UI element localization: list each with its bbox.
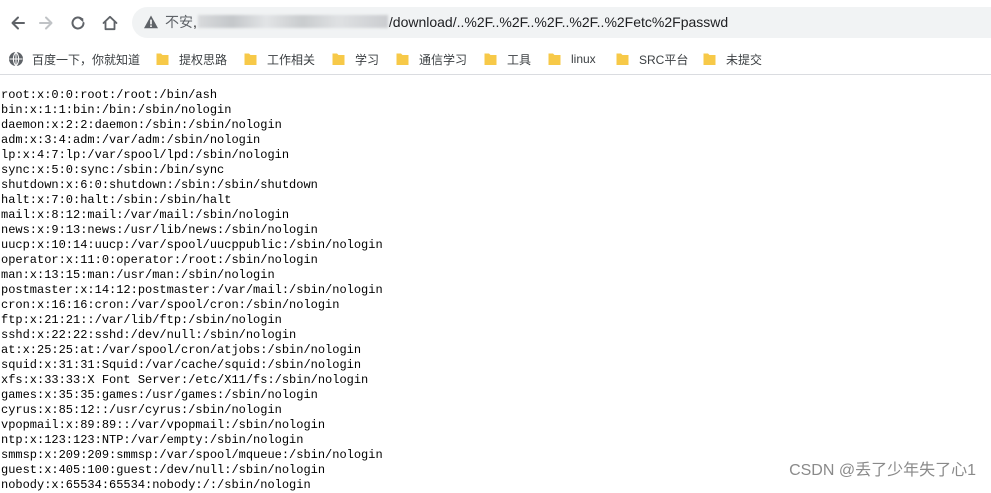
- passwd-content: root:x:0:0:root:/root:/bin/ash bin:x:1:1…: [1, 88, 383, 493]
- bookmark-folder-privesc[interactable]: 提权思路: [156, 49, 227, 69]
- passwd-line: guest:x:405:100:guest:/dev/null:/sbin/no…: [1, 463, 326, 477]
- folder-icon: [332, 53, 345, 65]
- passwd-line: ntp:x:123:123:NTP:/var/empty:/sbin/nolog…: [1, 433, 304, 447]
- passwd-line: mail:x:8:12:mail:/var/mail:/sbin/nologin: [1, 208, 290, 222]
- passwd-line: smmsp:x:209:209:smmsp:/var/spool/mqueue:…: [1, 448, 383, 462]
- folder-icon: [616, 53, 629, 65]
- url-separator: ,: [193, 14, 197, 30]
- url-path: /download/..%2F..%2F..%2F..%2F..%2Fetc%2…: [388, 14, 729, 30]
- bookmark-folder-tools[interactable]: 工具: [484, 49, 531, 69]
- passwd-line: nobody:x:65534:65534:nobody:/:/sbin/nolo…: [1, 478, 311, 492]
- bookmark-folder-unsubmitted[interactable]: 未提交: [703, 49, 762, 69]
- not-secure-label: 不安: [165, 14, 193, 30]
- passwd-line: man:x:13:15:man:/usr/man:/sbin/nologin: [1, 268, 275, 282]
- passwd-line: lp:x:4:7:lp:/var/spool/lpd:/sbin/nologin: [1, 148, 290, 162]
- bookmark-baidu[interactable]: 百度一下，你就知道: [8, 49, 140, 69]
- redacted-host: [197, 15, 388, 28]
- address-url: 不安, /download/..%2F..%2F..%2F..%2F..%2Fet…: [165, 14, 728, 31]
- not-secure-warning-icon: [144, 15, 158, 29]
- bookmarks-bar: 百度一下，你就知道 提权思路 工作相关 学习 通信学习 工具 linux SRC…: [0, 44, 991, 75]
- bookmark-label: 提权思路: [179, 52, 228, 67]
- bookmark-folder-study[interactable]: 学习: [332, 49, 379, 69]
- bookmark-folder-comm[interactable]: 通信学习: [396, 49, 467, 69]
- folder-icon: [484, 53, 497, 65]
- passwd-line: sshd:x:22:22:sshd:/dev/null:/sbin/nologi…: [1, 328, 297, 342]
- globe-icon: [9, 51, 23, 67]
- passwd-line: shutdown:x:6:0:shutdown:/sbin:/sbin/shut…: [1, 178, 318, 192]
- passwd-line: vpopmail:x:89:89::/var/vpopmail:/sbin/no…: [1, 418, 326, 432]
- home-button[interactable]: [97, 10, 123, 36]
- bookmark-label: 学习: [355, 52, 380, 67]
- passwd-line: root:x:0:0:root:/root:/bin/ash: [1, 88, 218, 102]
- passwd-line: at:x:25:25:at:/var/spool/cron/atjobs:/sb…: [1, 343, 362, 357]
- bookmark-label: 通信学习: [419, 52, 468, 67]
- address-bar[interactable]: 不安, /download/..%2F..%2F..%2F..%2F..%2Fet…: [132, 7, 991, 38]
- bookmark-label: SRC平台: [639, 52, 689, 67]
- folder-icon: [396, 53, 409, 65]
- passwd-line: news:x:9:13:news:/usr/lib/news:/sbin/nol…: [1, 223, 318, 237]
- passwd-line: cyrus:x:85:12::/usr/cyrus:/sbin/nologin: [1, 403, 282, 417]
- folder-icon: [548, 53, 561, 65]
- bookmark-label: linux: [571, 52, 596, 66]
- passwd-line: squid:x:31:31:Squid:/var/cache/squid:/sb…: [1, 358, 362, 372]
- arrow-right-icon: [39, 16, 53, 30]
- back-button[interactable]: [5, 10, 31, 36]
- passwd-line: uucp:x:10:14:uucp:/var/spool/uucppublic:…: [1, 238, 383, 252]
- reload-button[interactable]: [65, 10, 91, 36]
- bookmark-label: 工具: [507, 52, 532, 67]
- passwd-line: ftp:x:21:21::/var/lib/ftp:/sbin/nologin: [1, 313, 282, 327]
- passwd-line: cron:x:16:16:cron:/var/spool/cron:/sbin/…: [1, 298, 340, 312]
- csdn-watermark: CSDN @丢了少年失了心1: [789, 462, 976, 479]
- passwd-line: games:x:35:35:games:/usr/games:/sbin/nol…: [1, 388, 318, 402]
- bookmark-label: 未提交: [726, 52, 763, 67]
- bookmark-label: 工作相关: [267, 52, 316, 67]
- browser-toolbar: 不安, /download/..%2F..%2F..%2F..%2F..%2Fet…: [0, 0, 991, 44]
- passwd-line: operator:x:11:0:operator:/root:/sbin/nol…: [1, 253, 318, 267]
- reload-icon: [71, 16, 85, 30]
- bookmark-folder-work[interactable]: 工作相关: [244, 49, 315, 69]
- folder-icon: [244, 53, 257, 65]
- passwd-line: bin:x:1:1:bin:/bin:/sbin/nologin: [1, 103, 232, 117]
- passwd-line: sync:x:5:0:sync:/sbin:/bin/sync: [1, 163, 225, 177]
- forward-button[interactable]: [33, 10, 59, 36]
- passwd-line: xfs:x:33:33:X Font Server:/etc/X11/fs:/s…: [1, 373, 369, 387]
- passwd-line: postmaster:x:14:12:postmaster:/var/mail:…: [1, 283, 383, 297]
- folder-icon: [703, 53, 716, 65]
- passwd-line: daemon:x:2:2:daemon:/sbin:/sbin/nologin: [1, 118, 282, 132]
- arrow-left-icon: [11, 16, 25, 30]
- bookmark-folder-src[interactable]: SRC平台: [616, 49, 688, 69]
- bookmark-label: 百度一下，你就知道: [32, 52, 141, 67]
- passwd-line: adm:x:3:4:adm:/var/adm:/sbin/nologin: [1, 133, 261, 147]
- home-icon: [102, 15, 118, 31]
- passwd-line: halt:x:7:0:halt:/sbin:/sbin/halt: [1, 193, 232, 207]
- folder-icon: [156, 53, 169, 65]
- bookmark-folder-linux[interactable]: linux: [548, 49, 596, 69]
